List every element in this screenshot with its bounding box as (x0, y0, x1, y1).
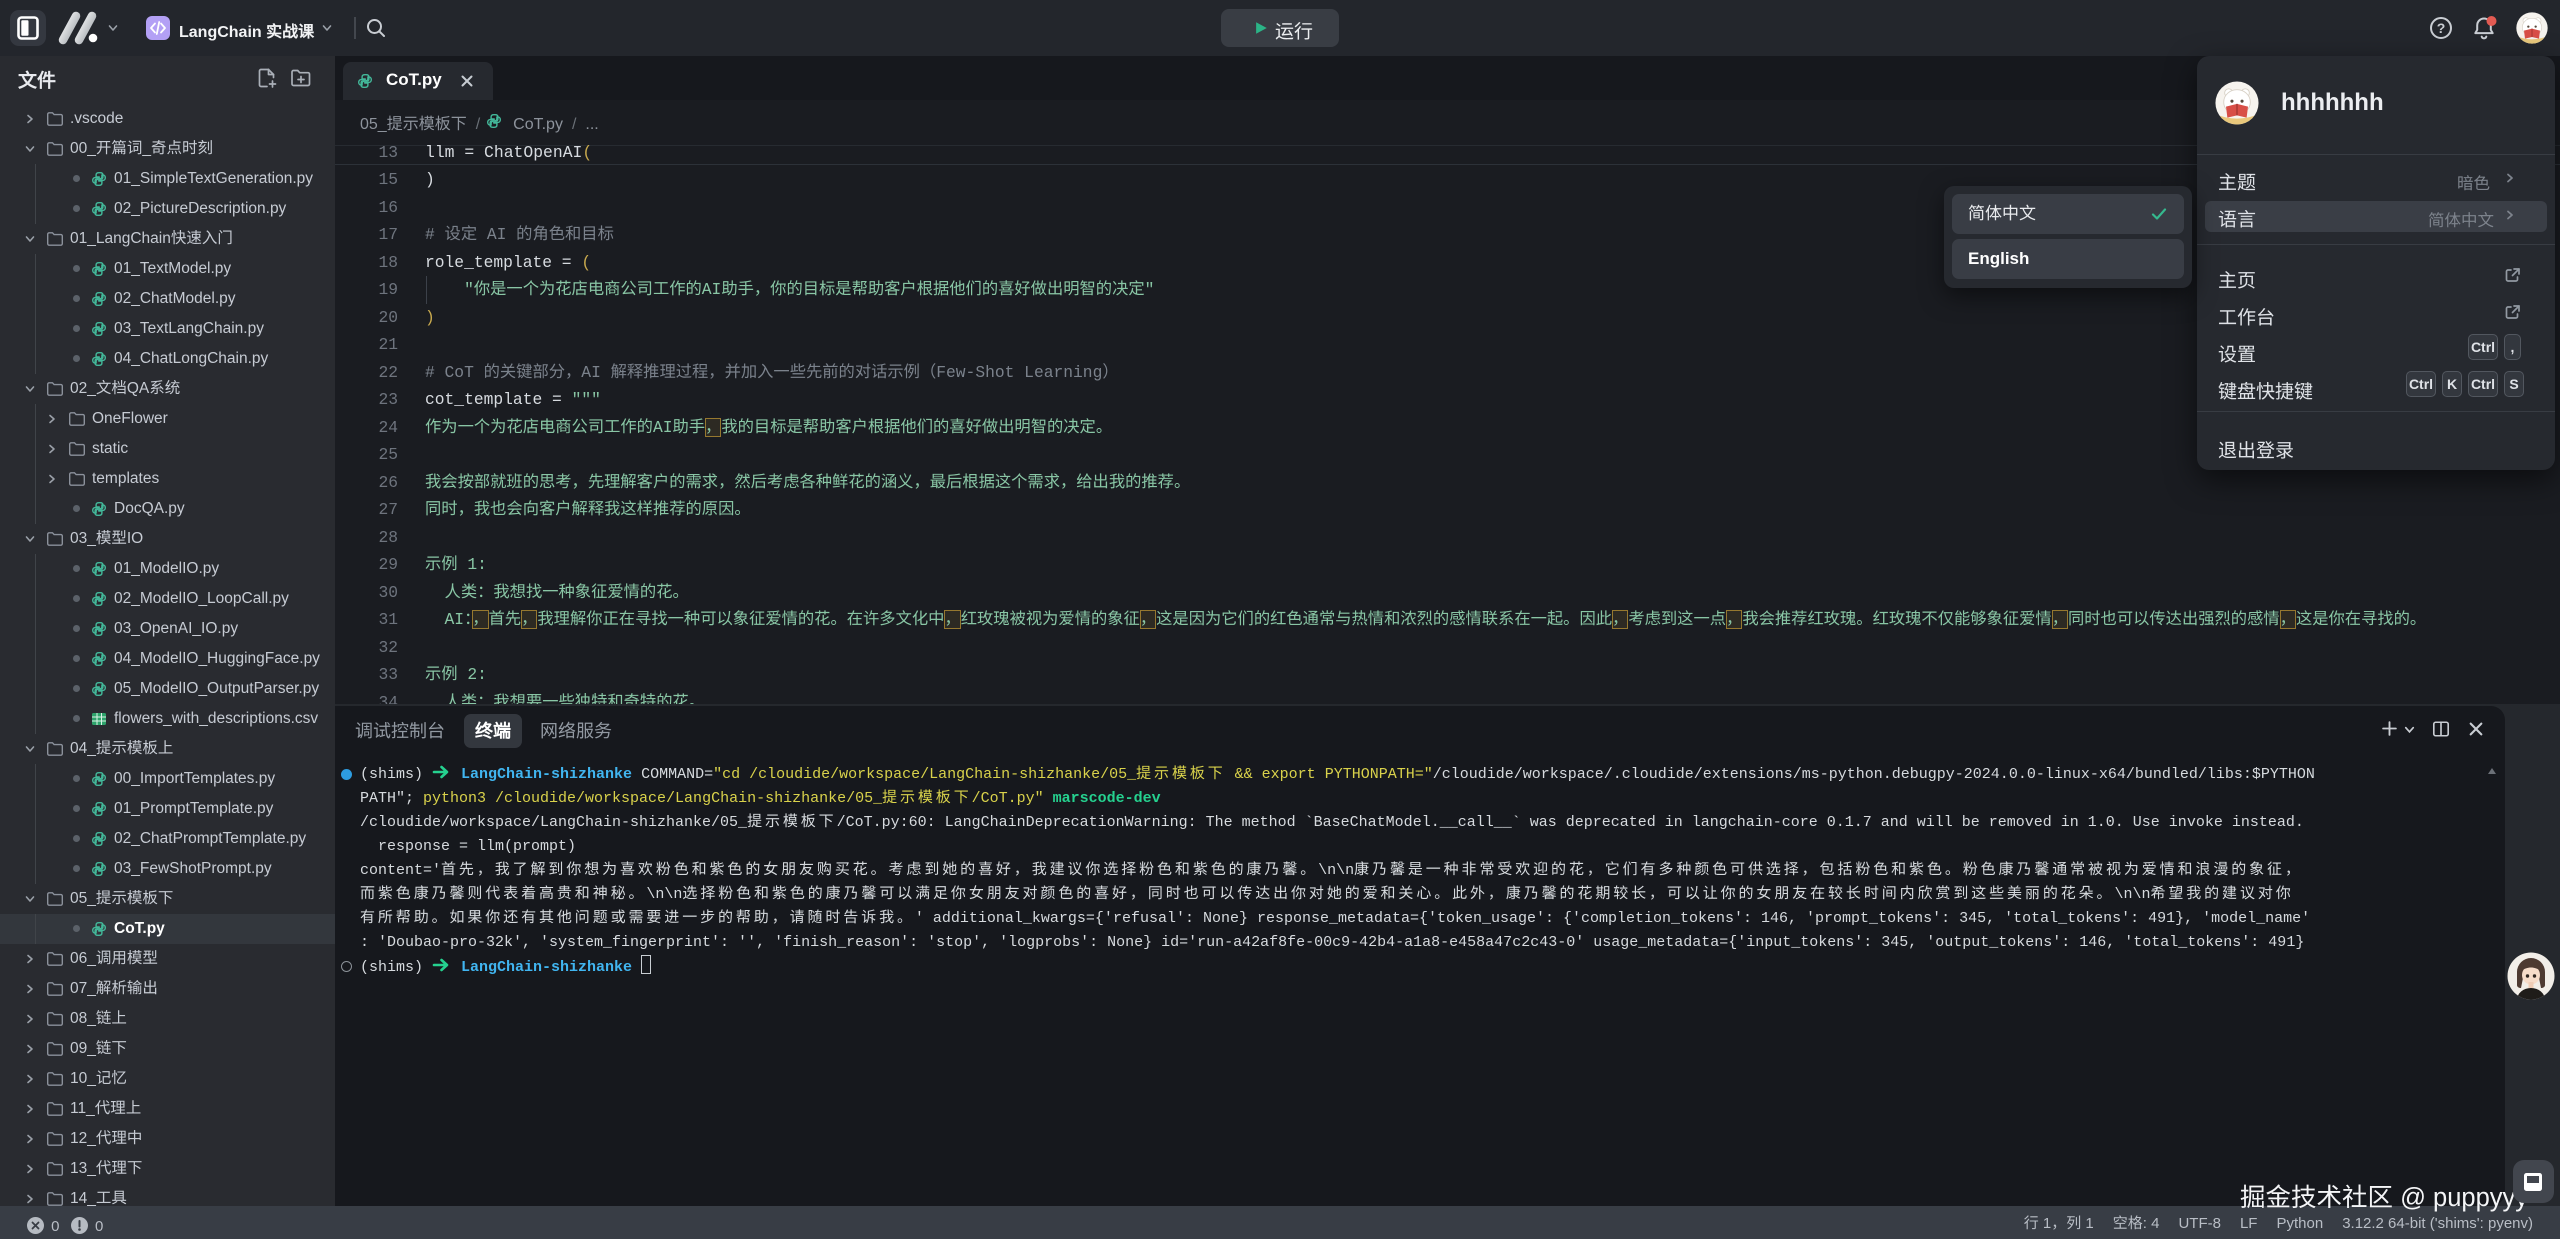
svg-text:?: ? (2437, 20, 2446, 36)
